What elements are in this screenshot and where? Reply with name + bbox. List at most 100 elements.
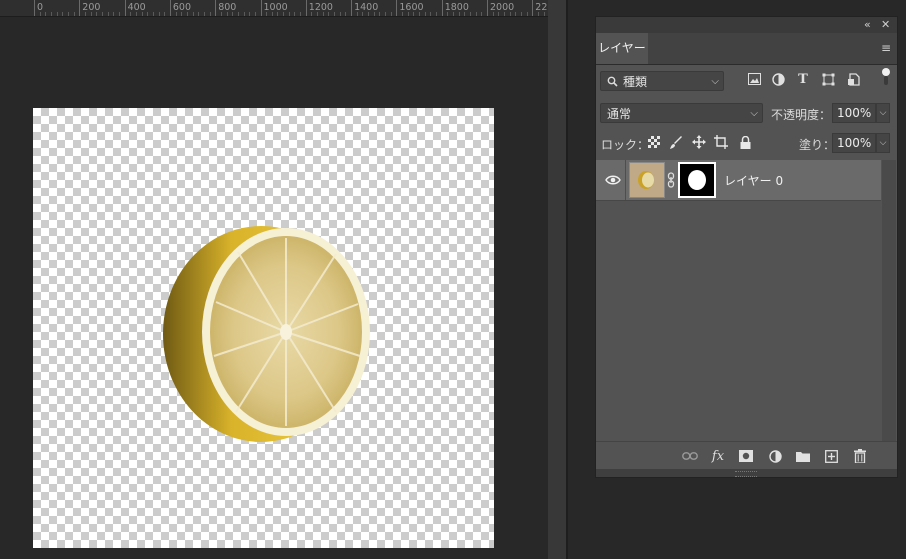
- ruler-minor-tick: [543, 12, 545, 16]
- ruler-major-tick: [487, 0, 488, 16]
- ruler-major-tick: [124, 0, 126, 16]
- layer-thumbnail[interactable]: [629, 162, 665, 198]
- lock-all-padlock-icon[interactable]: [738, 135, 752, 149]
- fill-dropdown-button[interactable]: ⌵: [876, 133, 890, 153]
- ruler-minor-tick: [96, 12, 98, 16]
- fill-input[interactable]: 100%: [832, 133, 876, 153]
- panel-dock-divider[interactable]: [548, 0, 566, 559]
- opacity-dropdown-button[interactable]: ⌵: [876, 103, 890, 123]
- filter-kind-dropdown[interactable]: 種類 ⌵: [600, 71, 724, 91]
- ruler-minor-tick: [458, 12, 460, 16]
- blend-mode-dropdown[interactable]: 通常 ⌵: [600, 103, 763, 123]
- ruler-minor-tick: [475, 12, 477, 16]
- ruler-minor-tick: [220, 12, 222, 16]
- ruler-minor-tick: [277, 12, 279, 16]
- ruler-minor-tick: [192, 12, 194, 16]
- layer-row[interactable]: レイヤー 0: [596, 160, 881, 201]
- ruler-minor-tick: [317, 12, 319, 16]
- ruler-minor-tick: [147, 12, 149, 16]
- filter-toggle-switch[interactable]: [878, 68, 894, 85]
- ruler-minor-tick: [447, 12, 449, 16]
- delete-layer-trash-icon[interactable]: [852, 448, 868, 464]
- ruler-minor-tick: [470, 12, 471, 16]
- link-layers-icon[interactable]: [682, 448, 698, 464]
- layers-panel: « ✕ レイヤー ≡ 種類 ⌵ T 通常 ⌵ 不透明度： 100% ⌵ ロック：…: [595, 16, 898, 478]
- ruler-minor-tick: [164, 12, 166, 16]
- ruler-minor-tick: [339, 12, 341, 16]
- lock-position-move-icon[interactable]: [692, 135, 706, 149]
- ruler-minor-tick: [249, 12, 251, 16]
- ruler-minor-tick: [373, 12, 375, 16]
- ruler-minor-tick: [84, 12, 86, 16]
- ruler-minor-tick: [356, 12, 358, 16]
- ruler-minor-tick: [424, 12, 426, 16]
- ruler-major-tick: [169, 0, 171, 16]
- ruler-minor-tick: [436, 12, 438, 16]
- ruler-minor-tick: [243, 12, 245, 16]
- chevron-down-icon: ⌵: [711, 76, 719, 87]
- opacity-input[interactable]: 100%: [832, 103, 876, 123]
- filter-adjustment-layer-icon[interactable]: [770, 71, 786, 87]
- ruler-minor-tick: [203, 12, 205, 16]
- ruler-minor-tick: [413, 12, 415, 16]
- panel-resize-bar[interactable]: [596, 469, 897, 477]
- panel-title-bar: « ✕: [596, 17, 897, 33]
- blend-mode-label: 通常: [607, 107, 632, 121]
- mask-link-chain-icon[interactable]: [667, 172, 675, 188]
- filter-shape-layer-icon[interactable]: [820, 71, 836, 87]
- layer-list[interactable]: レイヤー 0: [596, 160, 881, 442]
- image-canvas[interactable]: [33, 108, 494, 548]
- filter-type-layer-icon[interactable]: T: [795, 71, 811, 87]
- close-panel-icon[interactable]: ✕: [881, 18, 890, 31]
- ruler-major-tick: [79, 0, 81, 16]
- eye-visibility-icon[interactable]: [605, 174, 621, 186]
- filter-row: 種類 ⌵ T: [596, 65, 897, 98]
- ruler-minor-tick: [50, 12, 52, 16]
- ruler-major-tick: [532, 0, 534, 16]
- layer-name[interactable]: レイヤー 0: [724, 172, 783, 189]
- ruler-minor-tick: [322, 12, 324, 16]
- lock-transparent-pixels-icon[interactable]: [647, 135, 661, 149]
- ruler-minor-tick: [328, 12, 330, 16]
- add-mask-icon[interactable]: [738, 448, 754, 464]
- new-group-folder-icon[interactable]: [795, 448, 811, 464]
- filter-pixel-layer-icon[interactable]: [746, 71, 762, 87]
- ruler-minor-tick: [492, 12, 494, 16]
- new-adjustment-layer-icon[interactable]: [767, 448, 783, 464]
- ruler-minor-tick: [537, 12, 539, 16]
- horizontal-ruler[interactable]: 0200400600800100012001400160018002000220…: [0, 0, 566, 17]
- lemon-thumbnail-image: [630, 163, 664, 197]
- tab-layers[interactable]: レイヤー: [596, 33, 648, 64]
- lemon-image: [163, 226, 370, 442]
- lock-artboard-crop-icon[interactable]: [714, 135, 728, 149]
- ruler-minor-tick: [118, 12, 120, 16]
- ruler-minor-tick: [390, 12, 392, 16]
- search-icon: [607, 76, 618, 87]
- ruler-minor-tick: [198, 12, 200, 16]
- ruler-minor-tick: [509, 12, 511, 16]
- ruler-minor-tick: [141, 12, 143, 16]
- filter-smart-object-icon[interactable]: [845, 71, 861, 87]
- layer-mask-thumbnail[interactable]: [678, 162, 716, 198]
- collapse-panel-icon[interactable]: «: [864, 18, 871, 31]
- layer-style-fx-icon[interactable]: fx: [710, 448, 726, 464]
- ruler-major-tick: [396, 0, 398, 16]
- ruler-minor-tick: [294, 12, 296, 16]
- ruler-minor-tick: [515, 12, 517, 16]
- ruler-minor-tick: [419, 12, 421, 16]
- panel-menu-icon[interactable]: ≡: [881, 41, 893, 55]
- new-layer-icon[interactable]: [823, 448, 839, 464]
- ruler-minor-tick: [113, 12, 115, 16]
- opacity-label: 不透明度：: [771, 108, 832, 122]
- lock-image-pixels-brush-icon[interactable]: [669, 135, 683, 149]
- resize-grip[interactable]: [735, 471, 757, 477]
- mask-shape-image: [688, 170, 706, 190]
- ruler-minor-tick: [379, 12, 381, 16]
- layer-list-scrollbar[interactable]: [882, 160, 896, 442]
- ruler-minor-tick: [39, 12, 41, 16]
- panel-tab-bar: レイヤー ≡: [596, 33, 897, 65]
- ruler-minor-tick: [62, 12, 64, 16]
- ruler-minor-tick: [232, 12, 234, 16]
- filter-kind-label: 種類: [623, 75, 648, 89]
- ruler-minor-tick: [288, 12, 290, 16]
